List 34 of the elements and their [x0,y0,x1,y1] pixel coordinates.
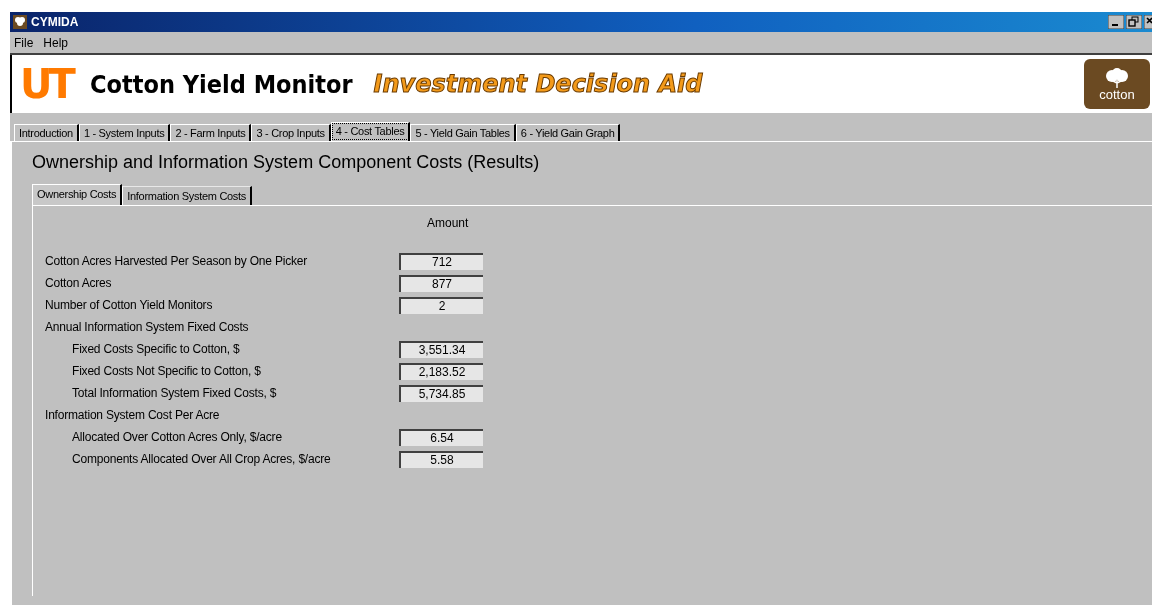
column-header: Amount [427,216,469,230]
cotton-boll-icon [13,15,27,29]
value-field: 5.58 [399,450,483,468]
row-label: Total Information System Fixed Costs, $ [71,386,278,400]
window-title: CYMIDA [31,15,79,29]
value-field: 2,183.52 [399,362,483,380]
row-label: Cotton Acres Harvested Per Season by One Picker [45,254,309,268]
value-field: 3,551.34 [399,340,483,358]
value-field: 877 [399,274,483,292]
app-subtitle: Investment Decision Aid [373,70,703,98]
close-icon[interactable] [1144,15,1152,29]
tab[interactable]: Information System Costs [122,186,252,205]
row-label: Number of Cotton Yield Monitors [45,298,214,312]
row-label: Annual Information System Fixed Costs [45,320,250,334]
row-label: Cotton Acres [45,276,113,290]
logo: UT [20,61,72,107]
row-label: Fixed Costs Not Specific to Cotton, $ [71,364,262,378]
app-title: Cotton Yield Monitor [89,69,353,99]
value-field: 6.54 [399,428,483,446]
value-field: 5,734.85 [399,384,483,402]
row-label: Allocated Over Cotton Acres Only, $/acre [71,430,283,444]
logo-text: cotton [1099,87,1135,101]
minimize-icon[interactable] [1108,15,1124,29]
restore-icon[interactable] [1126,15,1142,29]
tab[interactable]: Ownership Costs [32,184,123,205]
row-label: Components Allocated Over All Crop Acres, $/acre [71,452,332,466]
cotton-boll-icon [1104,67,1130,88]
menu-item[interactable]: Help [43,35,69,50]
page-heading: Ownership and Information System Component Costs (Results) [32,152,541,173]
row-label: Fixed Costs Specific to Cotton, $ [71,342,241,356]
value-field: 2 [399,296,483,314]
value-field: 712 [399,252,483,270]
menu-item[interactable]: File [14,35,34,50]
row-label: Information System Cost Per Acre [45,408,221,422]
